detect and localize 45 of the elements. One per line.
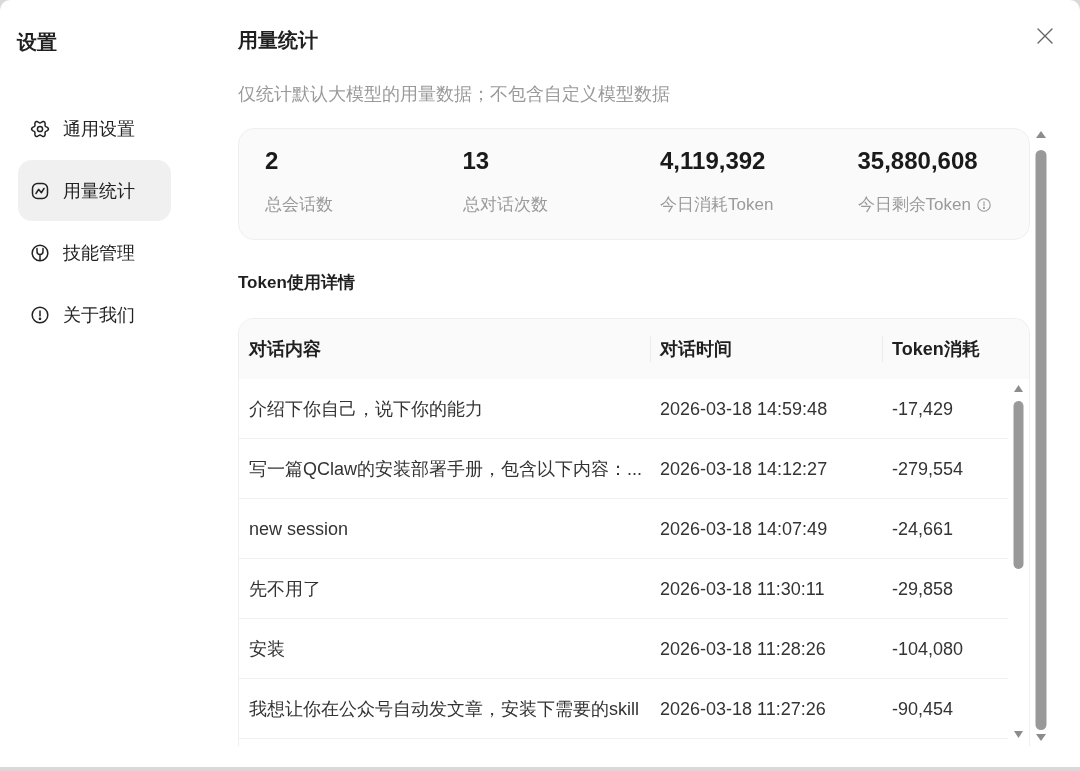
- stat-value: 2: [265, 148, 279, 174]
- table-cell-text: 我想让你在公众号自动发文章，安装下需要的skill: [248, 697, 639, 721]
- table-cell-text: 2026-03-18 11:30:11: [659, 577, 825, 601]
- table-cell-text: 写一篇QClaw的安装部署手册，包含以下内容：...: [248, 457, 642, 481]
- sidebar-item[interactable]: 关于我们: [18, 284, 171, 345]
- stat-value: 35,880,608: [857, 148, 978, 174]
- table-cell-text: 2026-03-18 11:28:26: [659, 637, 826, 661]
- sidebar-item[interactable]: 用量统计: [18, 160, 171, 221]
- chart-icon: [30, 180, 50, 201]
- table-cell-text: 2026-03-18 14:07:49: [659, 517, 828, 541]
- table-cell-text: -29,858: [891, 577, 954, 601]
- table-cell-text: -90,454: [891, 697, 954, 721]
- stat-value: 13: [462, 148, 490, 174]
- sidebar-item[interactable]: 技能管理: [18, 222, 171, 283]
- gear-icon: [30, 118, 50, 139]
- table-cell-text: -279,554: [891, 457, 964, 481]
- column-header: 对话内容: [247, 338, 322, 361]
- wrench-circle-icon: [30, 242, 50, 263]
- table-cell-text: -17,429: [891, 397, 954, 421]
- column-header: 对话时间: [650, 319, 882, 379]
- stat-label: 总会话数: [265, 194, 333, 216]
- table-cell-text: 2026-03-18 11:27:26: [659, 697, 826, 721]
- exclamation-icon: [30, 304, 50, 325]
- table-cell-text: 2026-03-18 14:59:48: [659, 397, 828, 421]
- table-cell-text: 先不用了: [248, 577, 321, 601]
- exclamation-icon[interactable]: [976, 198, 991, 212]
- page-title: 用量统计: [238, 28, 318, 53]
- sidebar-title: 设置: [17, 30, 57, 55]
- table-cell-text: 安装: [248, 637, 285, 661]
- table-cell-text: new session: [248, 517, 349, 541]
- scrollbar[interactable]: [1035, 130, 1047, 742]
- section-title: Token使用详情: [238, 272, 355, 294]
- column-header: Token消耗: [882, 319, 1029, 379]
- stat-label: 总对话次数: [462, 194, 548, 216]
- close-icon[interactable]: [1037, 28, 1053, 44]
- sidebar-item[interactable]: 通用设置: [18, 98, 171, 159]
- stat-label: 今日消耗Token: [660, 194, 774, 216]
- stat-label: 今日剩余Token: [857, 194, 971, 216]
- stat-value: 4,119,392: [660, 148, 766, 174]
- scrollbar[interactable]: [1013, 384, 1024, 739]
- table-cell-text: 介绍下你自己，说下你的能力: [248, 397, 483, 421]
- table-cell-text: 2026-03-18 14:12:27: [659, 457, 828, 481]
- table-cell-text: -24,661: [891, 517, 954, 541]
- description-text: 仅统计默认大模型的用量数据；不包含自定义模型数据: [238, 83, 670, 105]
- table-cell-text: -104,080: [891, 637, 964, 661]
